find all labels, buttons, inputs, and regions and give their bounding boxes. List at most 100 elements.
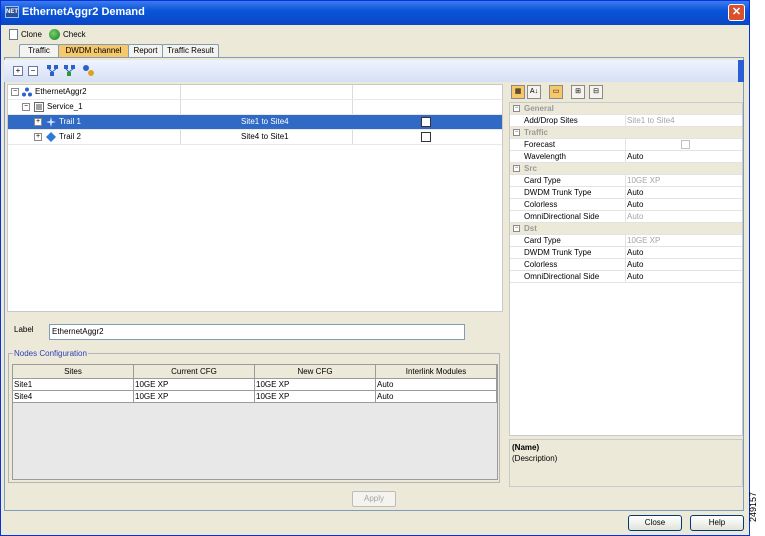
property-value: Auto bbox=[627, 212, 644, 221]
category-name: Src bbox=[524, 164, 537, 173]
check-button[interactable]: Check bbox=[49, 27, 86, 41]
property-name: Card Type bbox=[524, 176, 561, 185]
table-row[interactable]: Site1 10GE XP 10GE XP Auto bbox=[13, 379, 497, 391]
description-name: (Name) bbox=[512, 443, 540, 452]
tab-report[interactable]: Report bbox=[128, 44, 163, 58]
expand-icon[interactable]: + bbox=[34, 118, 42, 126]
expand-props-icon[interactable]: ⊞ bbox=[571, 85, 585, 99]
tree-row-trail-1[interactable]: + Trail 1 Site1 to Site4 bbox=[8, 115, 502, 130]
collapse-icon[interactable]: − bbox=[513, 165, 520, 172]
cell-new-cfg[interactable]: 10GE XP bbox=[255, 379, 376, 391]
trail-icon bbox=[46, 132, 56, 142]
tab-traffic-result[interactable]: Traffic Result bbox=[162, 44, 219, 58]
close-window-icon[interactable]: ✕ bbox=[728, 4, 745, 21]
tree-row-trail-2[interactable]: + Trail 2 Site4 to Site1 bbox=[8, 130, 502, 145]
trail-checkbox[interactable] bbox=[421, 132, 431, 142]
collapse-icon[interactable]: − bbox=[22, 103, 30, 111]
tree-row-demand[interactable]: − EthernetAggr2 bbox=[8, 85, 502, 100]
figure-number-text: 249157 bbox=[748, 491, 759, 523]
property-divider bbox=[625, 151, 626, 163]
expand-icon[interactable]: + bbox=[34, 133, 42, 141]
forecast-checkbox[interactable] bbox=[681, 140, 690, 149]
property-row[interactable]: Wavelength Auto bbox=[510, 151, 742, 163]
property-row[interactable]: Colorless Auto bbox=[510, 199, 742, 211]
property-grid: − General Add/Drop Sites Site1 to Site4 − T… bbox=[509, 102, 743, 436]
cell-new-cfg[interactable]: 10GE XP bbox=[255, 391, 376, 403]
collapse-all-icon[interactable]: − bbox=[28, 66, 38, 76]
categorized-icon[interactable]: ▦ bbox=[511, 85, 525, 99]
cell-interlink[interactable]: Auto bbox=[376, 379, 497, 391]
properties-view-icon[interactable]: ▭ bbox=[549, 85, 563, 99]
property-row[interactable]: OmniDirectional Side Auto bbox=[510, 211, 742, 223]
property-value[interactable]: Auto bbox=[627, 200, 643, 209]
sort-alpha-icon[interactable]: A↓ bbox=[527, 85, 541, 99]
collapse-icon[interactable]: − bbox=[11, 88, 19, 96]
property-name: OmniDirectional Side bbox=[524, 272, 600, 281]
cell-interlink[interactable]: Auto bbox=[376, 391, 497, 403]
network-expand-icon[interactable] bbox=[63, 64, 76, 77]
property-category[interactable]: − Traffic bbox=[510, 127, 742, 139]
property-divider bbox=[625, 139, 626, 151]
property-row[interactable]: DWDM Trunk Type Auto bbox=[510, 247, 742, 259]
collapse-icon[interactable]: − bbox=[513, 129, 520, 136]
properties-toolbar: ▦ A↓ ▭ ⊞ ⊟ bbox=[509, 84, 743, 102]
window-title: EthernetAggr2 Demand bbox=[22, 6, 145, 18]
table-row[interactable]: Site4 10GE XP 10GE XP Auto bbox=[13, 391, 497, 403]
cell-current-cfg: 10GE XP bbox=[134, 391, 255, 403]
property-name: DWDM Trunk Type bbox=[524, 188, 592, 197]
column-header[interactable]: Interlink Modules bbox=[376, 365, 497, 379]
property-value[interactable]: Auto bbox=[627, 272, 643, 281]
tree-label: Trail 2 bbox=[59, 132, 81, 141]
property-value[interactable]: Auto bbox=[627, 248, 643, 257]
tab-traffic[interactable]: Traffic bbox=[19, 44, 59, 58]
property-row[interactable]: Add/Drop Sites Site1 to Site4 bbox=[510, 115, 742, 127]
property-row[interactable]: Forecast bbox=[510, 139, 742, 151]
property-divider bbox=[625, 175, 626, 187]
property-category[interactable]: − Dst bbox=[510, 223, 742, 235]
check-label: Check bbox=[63, 29, 86, 39]
apply-button[interactable]: Apply bbox=[352, 491, 396, 507]
tree-toolbar: + − bbox=[4, 60, 744, 82]
tree-label: Service_1 bbox=[47, 102, 83, 111]
property-value: 10GE XP bbox=[627, 236, 661, 245]
property-divider bbox=[625, 235, 626, 247]
collapse-props-icon[interactable]: ⊟ bbox=[589, 85, 603, 99]
label-input[interactable]: EthernetAggr2 bbox=[49, 324, 465, 340]
property-name: OmniDirectional Side bbox=[524, 212, 600, 221]
collapse-icon[interactable]: − bbox=[513, 105, 520, 112]
trail-checkbox[interactable] bbox=[421, 117, 431, 127]
help-button[interactable]: Help bbox=[690, 515, 744, 531]
tab-dwdm-channel[interactable]: DWDM channel bbox=[58, 44, 129, 58]
tree-label: Trail 1 bbox=[59, 117, 81, 126]
trail-sites: Site4 to Site1 bbox=[241, 132, 289, 141]
property-value[interactable]: Auto bbox=[627, 188, 643, 197]
trail-sites: Site1 to Site4 bbox=[241, 117, 289, 126]
property-name: Colorless bbox=[524, 260, 558, 269]
property-row[interactable]: OmniDirectional Side Auto bbox=[510, 271, 742, 283]
property-row[interactable]: DWDM Trunk Type Auto bbox=[510, 187, 742, 199]
document-icon bbox=[9, 28, 18, 40]
network-settings-icon[interactable] bbox=[82, 64, 95, 77]
column-header[interactable]: Current CFG bbox=[134, 365, 255, 379]
tree-row-service[interactable]: − Service_1 bbox=[8, 100, 502, 115]
column-header[interactable]: New CFG bbox=[255, 365, 376, 379]
title-bar[interactable]: NET EthernetAggr2 Demand ✕ bbox=[1, 1, 749, 25]
property-category[interactable]: − Src bbox=[510, 163, 742, 175]
property-divider bbox=[625, 247, 626, 259]
property-value[interactable]: Auto bbox=[627, 152, 643, 161]
property-row[interactable]: Colorless Auto bbox=[510, 259, 742, 271]
property-category[interactable]: − General bbox=[510, 103, 742, 115]
property-description: (Name) (Description) bbox=[509, 439, 743, 487]
property-row[interactable]: Card Type 10GE XP bbox=[510, 235, 742, 247]
property-name: Wavelength bbox=[524, 152, 566, 161]
property-value[interactable]: Auto bbox=[627, 260, 643, 269]
close-button[interactable]: Close bbox=[628, 515, 682, 531]
property-row[interactable]: Card Type 10GE XP bbox=[510, 175, 742, 187]
collapse-icon[interactable]: − bbox=[513, 225, 520, 232]
clone-button[interactable]: Clone bbox=[9, 27, 42, 41]
network-tree-icon[interactable] bbox=[46, 64, 59, 77]
cell-site: Site4 bbox=[13, 391, 134, 403]
column-header[interactable]: Sites bbox=[13, 365, 134, 379]
property-name: DWDM Trunk Type bbox=[524, 248, 592, 257]
expand-all-icon[interactable]: + bbox=[13, 66, 23, 76]
